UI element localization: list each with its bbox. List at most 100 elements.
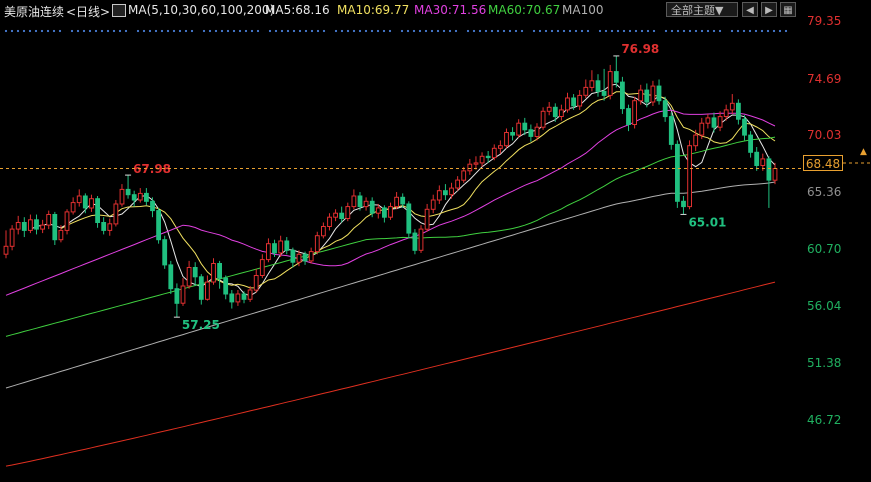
candle-body (406, 203, 412, 234)
candle-body (498, 145, 503, 149)
event-dot (688, 29, 692, 33)
candle-body (522, 122, 528, 131)
event-dot (538, 29, 542, 33)
event-dot (754, 29, 758, 33)
event-dot (316, 29, 320, 33)
event-dot (238, 29, 242, 33)
candle-body (137, 192, 143, 201)
event-dot (670, 29, 674, 33)
candle-body (613, 71, 619, 83)
price-axis: 79.35 74.69 70.03 65.36 60.70 56.04 51.3… (803, 0, 871, 482)
event-dot (736, 29, 740, 33)
candle-body (430, 199, 436, 210)
event-dot (556, 29, 560, 33)
candle-body (559, 109, 564, 118)
candle-body (34, 219, 39, 230)
candle-body (46, 214, 52, 226)
event-dot (484, 29, 488, 33)
candle-body (528, 129, 534, 137)
candle-body (15, 222, 21, 230)
ma200-line (5, 281, 776, 467)
event-dot (712, 29, 716, 33)
event-dot (652, 29, 656, 33)
candle-body (52, 214, 58, 241)
event-dot (604, 29, 608, 33)
candle-body (540, 110, 546, 128)
candle-body (229, 293, 235, 303)
event-dot (574, 29, 578, 33)
event-dot (154, 29, 158, 33)
candle-body (266, 243, 271, 261)
event-dot (88, 29, 92, 33)
candle-body (577, 94, 583, 107)
candles (3, 55, 778, 318)
event-dot (148, 29, 152, 33)
candle-body (9, 228, 15, 247)
event-dot (430, 29, 434, 33)
event-dot (82, 29, 86, 33)
event-dot (364, 29, 368, 33)
event-dot (304, 29, 308, 33)
event-dot (136, 29, 140, 33)
event-dot (28, 29, 32, 33)
event-dot (502, 29, 506, 33)
y-tick: 51.38 (807, 356, 842, 370)
candle-body (278, 240, 284, 254)
candle-body (58, 229, 64, 241)
event-dot (172, 29, 176, 33)
event-dot (202, 29, 206, 33)
event-dot (112, 29, 116, 33)
event-dot (106, 29, 110, 33)
event-dot (358, 29, 362, 33)
candle-body (424, 208, 430, 230)
event-dot (772, 29, 776, 33)
candle-body (40, 224, 46, 230)
event-dot (562, 29, 566, 33)
event-dot (142, 29, 146, 33)
event-dot (256, 29, 260, 33)
candle-body (113, 203, 119, 225)
event-dot (406, 29, 410, 33)
candle-body (339, 212, 345, 219)
candle-body (369, 200, 375, 214)
event-dot (478, 29, 482, 33)
candle-body (534, 126, 540, 137)
candle-body (546, 106, 552, 112)
event-dot (208, 29, 212, 33)
candlestick-chart[interactable]: 76.98 57.25 65.01 67.98 (0, 0, 871, 482)
event-dot (442, 29, 446, 33)
event-dot (682, 29, 686, 33)
candle-body (205, 281, 210, 300)
event-dot (190, 29, 194, 33)
event-dot (184, 29, 188, 33)
candle-body (736, 102, 741, 120)
candle-body (363, 200, 369, 208)
event-dot (664, 29, 668, 33)
candle-body (253, 275, 259, 291)
candle-body (21, 222, 27, 231)
event-dot (178, 29, 182, 33)
event-dot (322, 29, 326, 33)
y-tick: 65.36 (807, 185, 842, 199)
candle-body (748, 134, 754, 153)
event-dot (760, 29, 764, 33)
candle-body (302, 253, 308, 262)
annotation-label: 65.01 (688, 215, 726, 229)
candle-body (479, 155, 485, 164)
candle-body (675, 143, 680, 202)
candle-body (418, 228, 424, 251)
candle-body (125, 188, 131, 196)
candle-body (64, 211, 70, 231)
candle-body (314, 235, 320, 253)
candle-body (729, 102, 735, 111)
candle-body (144, 192, 149, 202)
event-dot (412, 29, 416, 33)
event-dot (214, 29, 218, 33)
candle-body (644, 89, 650, 103)
event-dot (490, 29, 494, 33)
event-dot (532, 29, 536, 33)
event-dot (640, 29, 644, 33)
event-dot (580, 29, 584, 33)
candle-body (516, 122, 522, 136)
y-tick: 79.35 (807, 14, 842, 28)
